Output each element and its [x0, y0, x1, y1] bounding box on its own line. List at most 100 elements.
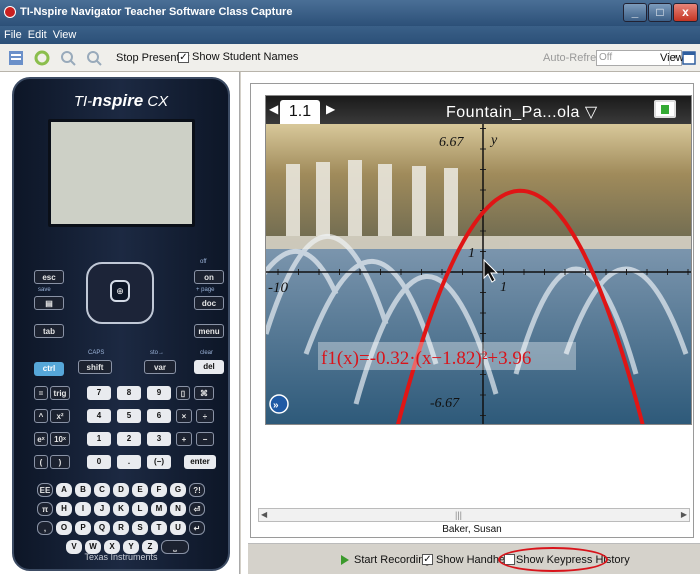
equals-key[interactable]: =: [34, 386, 48, 400]
key-1[interactable]: 1: [87, 432, 111, 446]
menu-key[interactable]: menu: [194, 324, 224, 338]
key-0[interactable]: 0: [87, 455, 111, 469]
key-d-0-4[interactable]: D: [113, 483, 129, 497]
var-key[interactable]: var: [144, 360, 176, 374]
key-f-0-6[interactable]: F: [151, 483, 167, 497]
key-h-1-1[interactable]: H: [56, 502, 72, 516]
document-tab-bar: ◀ 1.1 ▶ Fountain_Pa...ola ▽: [266, 96, 691, 124]
document-title[interactable]: Fountain_Pa...ola ▽: [446, 102, 598, 122]
touchpad-center[interactable]: ⊕: [110, 280, 130, 302]
trig-key[interactable]: trig: [50, 386, 70, 400]
key--0-8[interactable]: ?!: [189, 483, 205, 497]
doc-key[interactable]: doc: [194, 296, 224, 310]
zoom-out-icon[interactable]: [86, 50, 102, 66]
page-label: + page: [196, 287, 215, 293]
decimal-key[interactable]: .: [117, 455, 141, 469]
view-icon[interactable]: [682, 50, 696, 66]
start-recording-button[interactable]: Start Recording: [354, 554, 430, 566]
scroll-right-icon[interactable]: ▶: [681, 510, 687, 519]
refresh-icon[interactable]: [34, 50, 50, 66]
key-3[interactable]: 3: [147, 432, 171, 446]
del-key[interactable]: del: [194, 360, 224, 374]
maximize-button[interactable]: □: [648, 3, 672, 22]
close-paren-key[interactable]: ): [50, 455, 70, 469]
function-label[interactable]: f1(x)=-0.32·(x−1.82)²+3.96: [321, 348, 531, 369]
ctrl-key[interactable]: ctrl: [34, 362, 64, 376]
play-icon[interactable]: [341, 555, 349, 565]
key-o-2-1[interactable]: O: [56, 521, 72, 535]
key--2-8[interactable]: ↵: [189, 521, 205, 535]
frac-key[interactable]: ▯: [176, 386, 190, 400]
key-b-0-2[interactable]: B: [75, 483, 91, 497]
key-j-1-3[interactable]: J: [94, 502, 110, 516]
calculator-screen: [48, 119, 195, 227]
bottom-bar: Start Recording ✓ Show Handheld Show Key…: [248, 543, 700, 574]
view-button[interactable]: View: [660, 52, 684, 64]
menu-edit[interactable]: Edit: [28, 29, 47, 41]
key--1-8[interactable]: ⏎: [189, 502, 205, 516]
key-e-0-5[interactable]: E: [132, 483, 148, 497]
key-s-2-5[interactable]: S: [132, 521, 148, 535]
scroll-left-icon[interactable]: ◀: [261, 510, 267, 519]
x-min-label: -10: [268, 280, 288, 296]
tab-page-number[interactable]: 1.1: [280, 100, 320, 124]
save-label: save: [38, 287, 51, 293]
minus-key[interactable]: −: [196, 432, 214, 446]
key-a-0-1[interactable]: A: [56, 483, 72, 497]
key-r-2-4[interactable]: R: [113, 521, 129, 535]
key-t-2-6[interactable]: T: [151, 521, 167, 535]
plus-key[interactable]: +: [176, 432, 192, 446]
menu-file[interactable]: File: [4, 29, 22, 41]
zoom-in-icon[interactable]: [60, 50, 76, 66]
key-5[interactable]: 5: [117, 409, 141, 423]
show-student-names-toggle[interactable]: ✓ Show Student Names: [178, 51, 298, 63]
next-page-icon[interactable]: ▶: [326, 102, 335, 116]
list-icon[interactable]: [8, 50, 24, 66]
catalog-key[interactable]: ⌘: [194, 386, 214, 400]
horizontal-scrollbar[interactable]: ◀ ||| ▶: [258, 508, 690, 522]
enter-key[interactable]: enter: [184, 455, 216, 469]
key-n-1-7[interactable]: N: [170, 502, 186, 516]
menu-view[interactable]: View: [53, 29, 77, 41]
esc-key[interactable]: esc: [34, 270, 64, 284]
key-u-2-7[interactable]: U: [170, 521, 186, 535]
off-label: off: [200, 259, 207, 265]
tab-key[interactable]: tab: [34, 324, 64, 338]
scroll-thumb[interactable]: |||: [455, 510, 462, 520]
on-key[interactable]: on: [194, 270, 224, 284]
negative-key[interactable]: (−): [147, 455, 171, 469]
power-key[interactable]: ^: [34, 409, 48, 423]
key-ee-0-0[interactable]: EE: [37, 483, 53, 497]
ten-power-key[interactable]: 10ˣ: [50, 432, 70, 446]
key-l-1-5[interactable]: L: [132, 502, 148, 516]
show-student-names-checkbox[interactable]: ✓: [178, 51, 189, 63]
key--1-0[interactable]: π: [37, 502, 53, 516]
key-p-2-2[interactable]: P: [75, 521, 91, 535]
exp-key[interactable]: eˣ: [34, 432, 48, 446]
key-m-1-6[interactable]: M: [151, 502, 167, 516]
key-i-1-2[interactable]: I: [75, 502, 91, 516]
key-c-0-3[interactable]: C: [94, 483, 110, 497]
graph-area[interactable]: 6.67 y -10 1 1 -6.67 f1(x)=-0.32·(x−1.82…: [266, 124, 691, 424]
key-4[interactable]: 4: [87, 409, 111, 423]
multiply-key[interactable]: ×: [176, 409, 192, 423]
key-6[interactable]: 6: [147, 409, 171, 423]
minimize-button[interactable]: _: [623, 3, 647, 22]
key-8[interactable]: 8: [117, 386, 141, 400]
key-7[interactable]: 7: [87, 386, 111, 400]
divide-key[interactable]: ÷: [196, 409, 214, 423]
shift-key[interactable]: shift: [78, 360, 112, 374]
toolbar: Stop Presenter ✓ Show Student Names Auto…: [0, 44, 700, 72]
key-g-0-7[interactable]: G: [170, 483, 186, 497]
save-key[interactable]: ▤: [34, 296, 64, 310]
close-button[interactable]: x: [673, 3, 698, 22]
open-paren-key[interactable]: (: [34, 455, 48, 469]
key-q-2-3[interactable]: Q: [94, 521, 110, 535]
show-handheld-checkbox[interactable]: ✓: [422, 554, 433, 565]
square-key[interactable]: x²: [50, 409, 70, 423]
key-2[interactable]: 2: [117, 432, 141, 446]
key-k-1-4[interactable]: K: [113, 502, 129, 516]
key-9[interactable]: 9: [147, 386, 171, 400]
key--2-0[interactable]: ,: [37, 521, 53, 535]
previous-page-icon[interactable]: ◀: [269, 102, 278, 116]
